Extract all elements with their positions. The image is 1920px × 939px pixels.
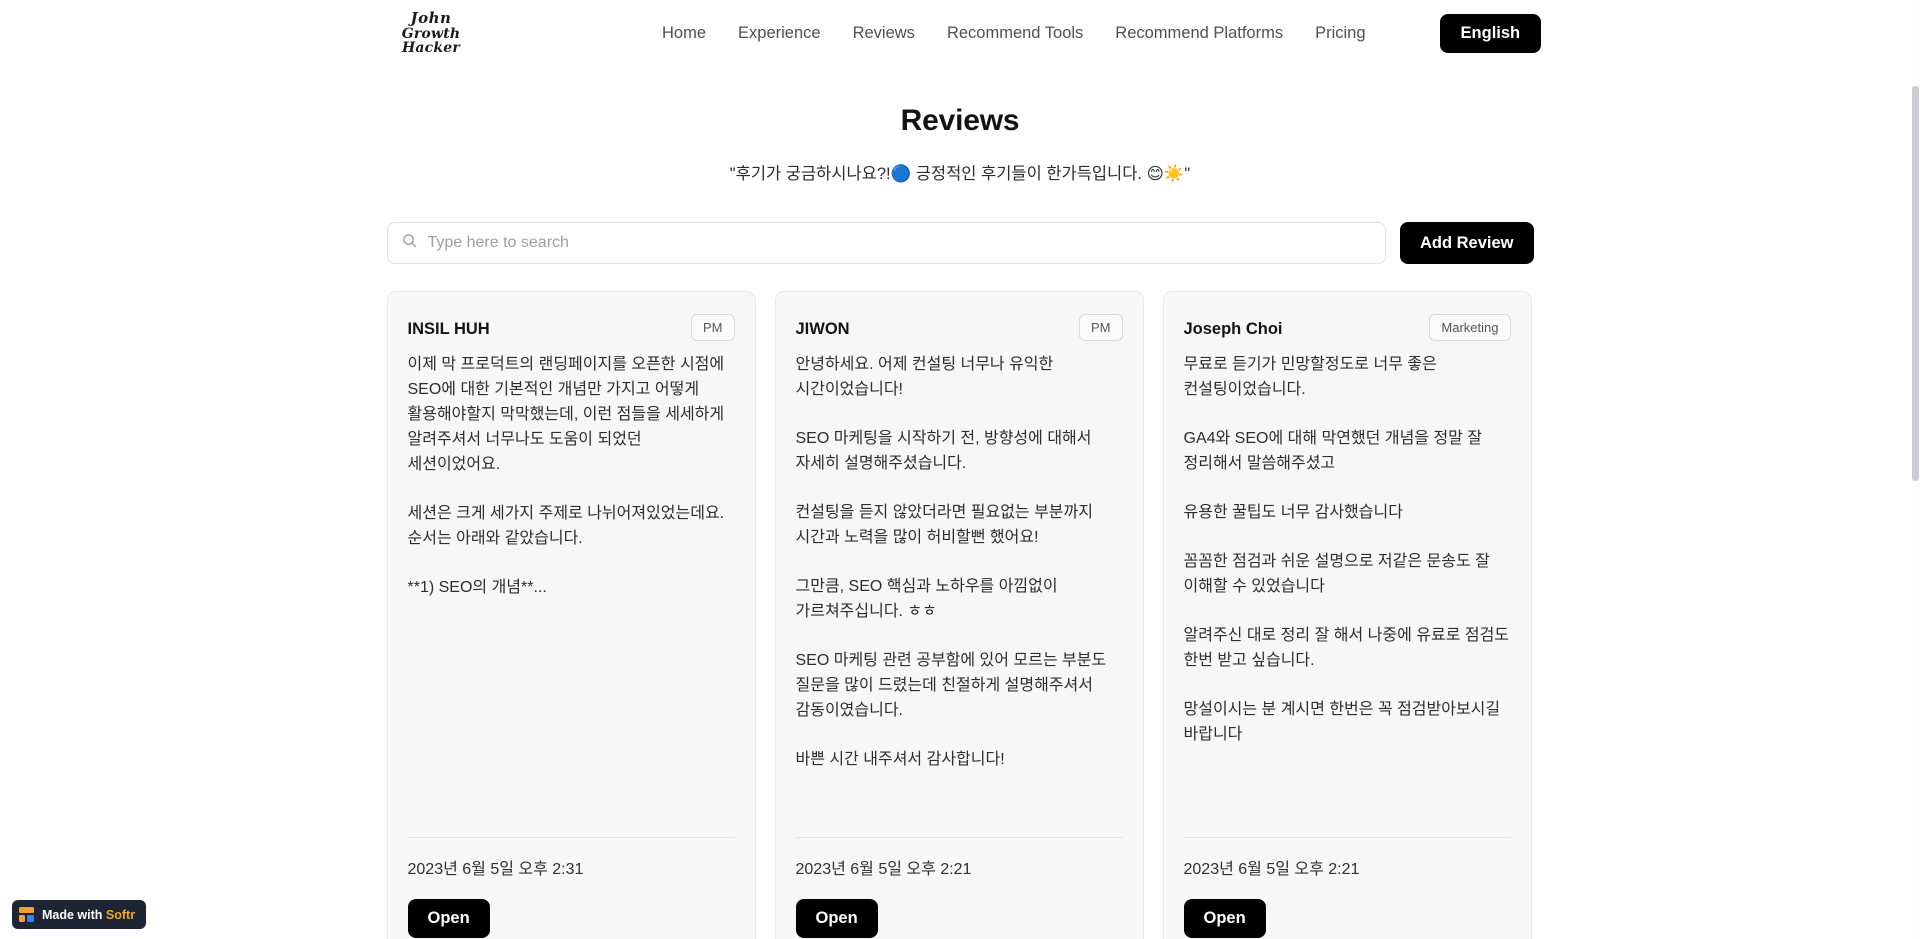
review-date: 2023년 6월 5일 오후 2:21	[795, 837, 1123, 879]
nav-link-experience[interactable]: Experience	[738, 24, 821, 43]
review-date: 2023년 6월 5일 오후 2:21	[1183, 837, 1511, 879]
review-paragraph: 알려주신 대로 정리 잘 해서 나중에 유료로 점검도 한번 받고 싶습니다.	[1183, 627, 1510, 669]
logo-line-2: Growth Hacker	[401, 26, 461, 56]
review-paragraph: 꼼꼼한 점검과 쉬운 설명으로 저같은 문송도 잘 이해할 수 있었습니다	[1183, 553, 1490, 595]
review-paragraph: **1) SEO의 개념**...	[407, 579, 547, 596]
search-input[interactable]	[427, 234, 1371, 252]
review-paragraph: SEO 마케팅 관련 공부함에 있어 모르는 부분도 질문을 많이 드렸는데 친…	[795, 652, 1107, 719]
nav-link-home[interactable]: Home	[662, 24, 706, 43]
review-body: 이제 막 프로덕트의 랜딩페이지를 오픈한 시점에 SEO에 대한 기본적인 개…	[408, 352, 735, 837]
page-scrollbar-track[interactable]	[1911, 0, 1920, 939]
review-paragraph: 유용한 꿀팁도 너무 감사했습니다	[1183, 504, 1403, 521]
review-card[interactable]: Joseph Choi Marketing 무료로 듣기가 민망할정도로 너무 …	[1162, 291, 1532, 939]
search-row: Add Review	[386, 222, 1534, 264]
review-paragraph: 세션은 크게 세가지 주제로 나뉘어져있었는데요. 순서는 아래와 같았습니다.	[407, 505, 725, 547]
review-card[interactable]: JIWON PM 안녕하세요. 어제 컨설팅 너무나 유익한 시간이었습니다! …	[774, 291, 1144, 939]
nav-link-reviews[interactable]: Reviews	[853, 24, 915, 43]
page-scrollbar-thumb[interactable]	[1912, 86, 1919, 481]
reviewer-role-badge: PM	[691, 314, 735, 341]
review-card[interactable]: INSIL HUH PM 이제 막 프로덕트의 랜딩페이지를 오픈한 시점에 S…	[386, 291, 756, 939]
review-card-header: Joseph Choi Marketing	[1184, 314, 1511, 341]
page-subtitle: "후기가 궁금하시나요?!🔵 긍정적인 후기들이 한가득입니다. 😊☀️"	[729, 165, 1191, 183]
review-body: 무료로 듣기가 민망할정도로 너무 좋은 컨설팅이었습니다. GA4와 SEO에…	[1184, 352, 1511, 837]
softr-badge-prefix: Made with	[42, 907, 103, 922]
review-card-list: INSIL HUH PM 이제 막 프로덕트의 랜딩페이지를 오픈한 시점에 S…	[386, 291, 1534, 939]
review-card-header: INSIL HUH PM	[408, 314, 735, 341]
review-paragraph: GA4와 SEO에 대해 막연했던 개념을 정말 잘 정리해서 말씀해주셨고	[1183, 430, 1483, 472]
add-review-button[interactable]: Add Review	[1399, 222, 1534, 264]
softr-badge-label: Made with Softr	[42, 908, 135, 922]
page-title: Reviews	[900, 104, 1020, 137]
logo-line-1: John	[410, 9, 452, 27]
open-review-button[interactable]: Open	[1183, 899, 1266, 938]
review-paragraph: 무료로 듣기가 민망할정도로 너무 좋은 컨설팅이었습니다.	[1183, 356, 1437, 398]
reviewer-role-badge: Marketing	[1429, 314, 1511, 341]
reviewer-name: INSIL HUH	[407, 320, 490, 338]
review-paragraph: SEO 마케팅을 시작하기 전, 방향성에 대해서 자세히 설명해주셨습니다.	[795, 430, 1092, 472]
nav-link-pricing[interactable]: Pricing	[1315, 24, 1365, 43]
reviewer-name: JIWON	[795, 320, 850, 338]
review-paragraph: 망설이시는 분 계시면 한번은 꼭 점검받아보시길 바랍니다	[1183, 701, 1501, 743]
softr-badge-brand: Softr	[105, 907, 136, 922]
review-paragraph: 컨설팅을 듣지 않았더라면 필요없는 부분까지 시간과 노력을 많이 허비할뻔 …	[795, 504, 1093, 546]
top-navigation-bar: John Growth Hacker Home Experience Revie…	[0, 0, 1920, 66]
open-review-button[interactable]: Open	[795, 899, 878, 938]
review-paragraph: 바쁜 시간 내주셔서 감사합니다!	[795, 751, 1005, 768]
search-icon	[402, 233, 417, 253]
review-body: 안녕하세요. 어제 컨설팅 너무나 유익한 시간이었습니다! SEO 마케팅을 …	[796, 352, 1123, 837]
review-date: 2023년 6월 5일 오후 2:31	[407, 837, 735, 879]
nav-link-recommend-tools[interactable]: Recommend Tools	[947, 24, 1083, 43]
review-paragraph: 그만큼, SEO 핵심과 노하우를 아낌없이 가르쳐주십니다. ㅎㅎ	[795, 578, 1058, 620]
reviewer-name: Joseph Choi	[1183, 320, 1283, 338]
language-switch-button[interactable]: English	[1439, 13, 1542, 53]
search-box[interactable]	[386, 222, 1386, 264]
review-paragraph: 이제 막 프로덕트의 랜딩페이지를 오픈한 시점에 SEO에 대한 기본적인 개…	[407, 356, 725, 473]
review-paragraph: 안녕하세요. 어제 컨설팅 너무나 유익한 시간이었습니다!	[795, 356, 1054, 398]
reviewer-role-badge: PM	[1079, 314, 1123, 341]
open-review-button[interactable]: Open	[407, 899, 490, 938]
review-card-header: JIWON PM	[796, 314, 1123, 341]
site-logo[interactable]: John Growth Hacker	[385, 9, 477, 56]
main-nav-links: Home Experience Reviews Recommend Tools …	[662, 13, 1542, 53]
made-with-softr-badge[interactable]: Made with Softr	[12, 900, 147, 929]
nav-link-recommend-platforms[interactable]: Recommend Platforms	[1115, 24, 1283, 43]
softr-logo-icon	[19, 907, 34, 922]
